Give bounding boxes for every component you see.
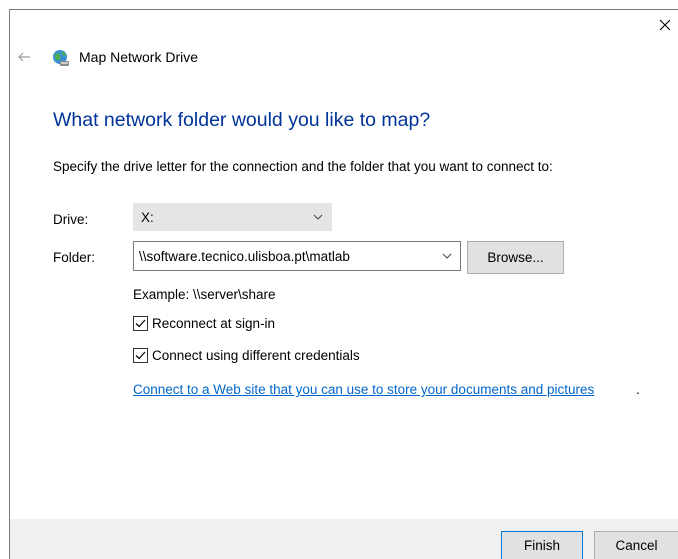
cancel-button[interactable]: Cancel [594, 531, 678, 559]
title-bar: Map Network Drive [10, 40, 678, 76]
folder-path-value: \\software.tecnico.ulisboa.pt\matlab [139, 248, 350, 264]
instruction-text: Specify the drive letter for the connect… [53, 159, 553, 174]
page-heading: What network folder would you like to ma… [53, 109, 431, 131]
folder-label: Folder: [53, 250, 96, 265]
reconnect-checkbox-row[interactable]: Reconnect at sign-in [133, 316, 275, 331]
reconnect-checkbox[interactable] [133, 316, 148, 331]
example-text: Example: \\server\share [133, 287, 276, 302]
checkmark-icon [135, 351, 146, 360]
folder-path-input[interactable]: \\software.tecnico.ulisboa.pt\matlab [133, 241, 461, 271]
checkmark-icon [135, 319, 146, 328]
back-arrow-icon[interactable] [16, 49, 32, 65]
credentials-checkbox[interactable] [133, 348, 148, 363]
chevron-down-icon[interactable] [442, 253, 452, 260]
credentials-checkbox-row[interactable]: Connect using different credentials [133, 348, 360, 363]
credentials-label: Connect using different credentials [152, 348, 360, 363]
network-drive-icon [53, 50, 69, 66]
close-icon [659, 19, 671, 31]
close-button[interactable] [652, 10, 678, 40]
dialog-footer: Finish Cancel [10, 519, 678, 559]
drive-letter-value: X: [141, 209, 154, 225]
link-period: . [636, 382, 640, 397]
drive-letter-dropdown[interactable]: X: [133, 203, 332, 231]
window-title: Map Network Drive [79, 49, 199, 65]
browse-button[interactable]: Browse... [467, 241, 564, 274]
drive-label: Drive: [53, 212, 89, 227]
finish-button[interactable]: Finish [501, 531, 583, 559]
web-site-link[interactable]: Connect to a Web site that you can use t… [133, 382, 594, 397]
map-network-drive-window: Map Network Drive What network folder wo… [9, 9, 678, 559]
chevron-down-icon [313, 214, 323, 220]
reconnect-label: Reconnect at sign-in [152, 316, 276, 331]
